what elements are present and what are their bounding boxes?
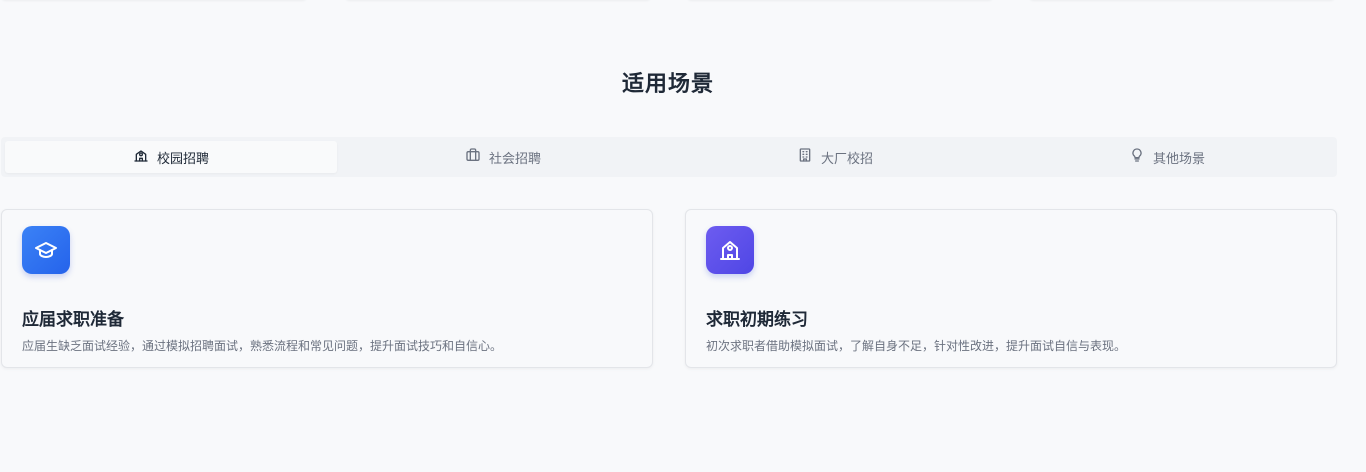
- tab-label: 其他场景: [1152, 151, 1205, 167]
- briefcase-icon: [465, 147, 481, 167]
- card-description: 初次求职者借助模拟面试，了解自身不足，针对性改进，提升面试自信与表现。: [706, 339, 1127, 353]
- tab-big-company-campus[interactable]: 大厂校招: [669, 141, 1001, 173]
- graduation-cap-icon: [35, 242, 57, 258]
- scenario-tabs: 校园招聘 社会招聘 大厂校招 其他场景: [1, 137, 1337, 177]
- card-icon-badge: [22, 226, 70, 274]
- section-title: 适用场景: [621, 72, 714, 97]
- card-title: 求职初期练习: [706, 310, 808, 330]
- tab-label: 校园招聘: [156, 151, 209, 167]
- tab-label: 社会招聘: [488, 151, 541, 167]
- lightbulb-icon: [1129, 147, 1145, 167]
- card-title: 应届求职准备: [22, 310, 124, 330]
- tab-social-recruitment[interactable]: 社会招聘: [337, 141, 669, 173]
- scenario-card: 应届求职准备 应届生缺乏面试经验，通过模拟招聘面试，熟悉流程和常见问题，提升面试…: [1, 209, 653, 368]
- school-icon: [133, 147, 149, 167]
- tab-other-scenarios[interactable]: 其他场景: [1001, 141, 1333, 173]
- building-icon: [797, 147, 813, 167]
- card-description: 应届生缺乏面试经验，通过模拟招聘面试，熟悉流程和常见问题，提升面试技巧和自信心。: [22, 339, 503, 353]
- tab-label: 大厂校招: [820, 151, 873, 167]
- page: 适用场景 校园招聘 社会招聘 大厂校招 其他场景 应届求职准备 应届生缺乏面试经…: [0, 0, 1366, 472]
- card-icon-badge: [706, 226, 754, 274]
- school-icon: [720, 241, 740, 260]
- scenario-card: 求职初期练习 初次求职者借助模拟面试，了解自身不足，针对性改进，提升面试自信与表…: [685, 209, 1337, 368]
- tab-campus-recruitment[interactable]: 校园招聘: [5, 141, 337, 173]
